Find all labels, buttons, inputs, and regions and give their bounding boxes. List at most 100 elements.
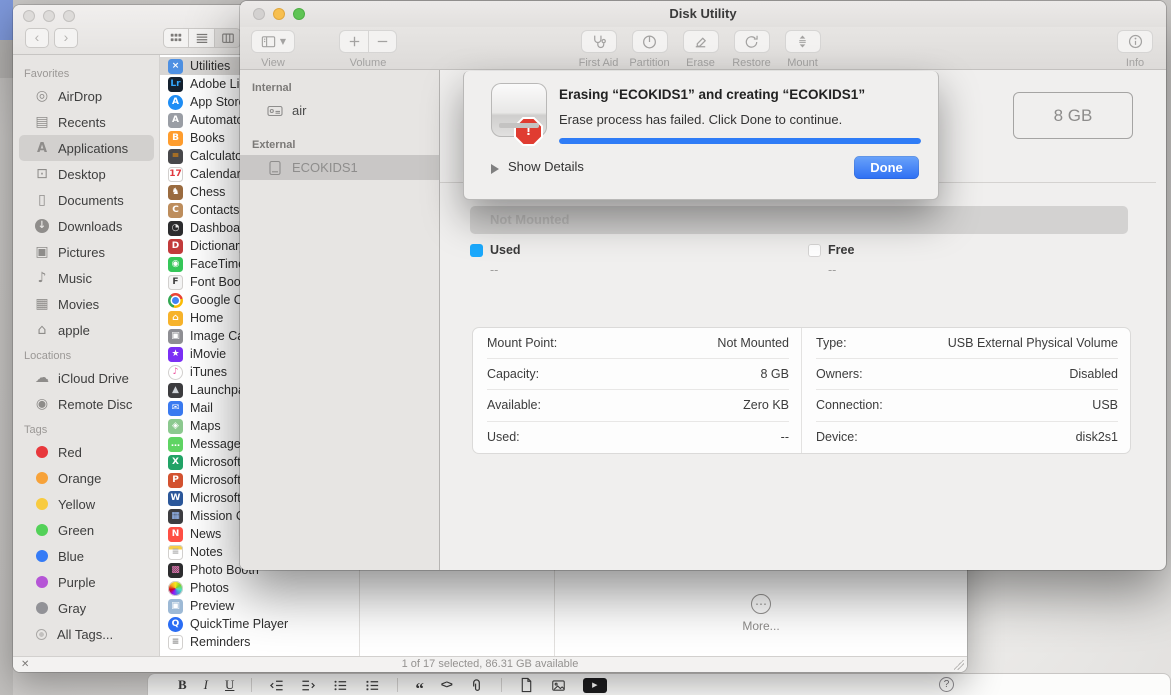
progress-fill — [559, 138, 921, 144]
underline-icon[interactable]: U — [225, 675, 234, 695]
done-button[interactable]: Done — [854, 156, 919, 179]
quote-icon[interactable]: “ — [415, 684, 424, 694]
background-accent — [0, 0, 13, 40]
sidebar-item-downloads[interactable]: ↓Downloads — [19, 213, 154, 239]
sidebar-section-title: Locations — [24, 350, 159, 362]
tag-blue-icon — [36, 550, 48, 562]
toolbar-action-erase: Erase — [675, 30, 726, 69]
first-aid-button[interactable] — [581, 30, 617, 53]
background-window-edge — [0, 0, 13, 695]
chess-icon: ♞ — [168, 185, 183, 200]
more-ellipsis-icon: ⋯ — [751, 594, 771, 614]
list-item-photos[interactable]: Photos — [160, 579, 359, 597]
sidebar-item-applications[interactable]: AApplications — [19, 135, 154, 161]
sidebar-item-music[interactable]: ♪Music — [19, 265, 154, 291]
sidebar-item-movies[interactable]: ▦Movies — [19, 291, 154, 317]
sidebar-item-label: Red — [58, 445, 82, 460]
sidebar-item-desktop[interactable]: ⊡Desktop — [19, 161, 154, 187]
image-capture-icon: ▣ — [168, 329, 183, 344]
add-volume-button[interactable] — [339, 30, 368, 53]
close-button[interactable] — [253, 8, 265, 20]
sidebar-item-ecokids1[interactable]: ECOKIDS1 — [240, 155, 439, 180]
outdent-icon[interactable] — [269, 678, 284, 693]
free-swatch — [808, 244, 821, 257]
erase-button[interactable] — [683, 30, 719, 53]
image-icon[interactable] — [551, 678, 566, 693]
list-item-quicktime-player[interactable]: QQuickTime Player — [160, 615, 359, 633]
volume-status-bar: Not Mounted — [470, 206, 1128, 234]
info-label: Mount Point: — [487, 336, 557, 350]
sidebar-item-airdrop[interactable]: ◎AirDrop — [19, 83, 154, 109]
sidebar-item-orange[interactable]: Orange — [19, 465, 154, 491]
tag-orange-icon — [36, 472, 48, 484]
list-item-reminders[interactable]: ≡Reminders — [160, 633, 359, 651]
forward-button[interactable]: › — [54, 28, 78, 48]
resize-grip[interactable] — [954, 660, 964, 670]
reminders-icon: ≡ — [168, 635, 183, 650]
info-table-right: Type:USB External Physical VolumeOwners:… — [801, 328, 1130, 453]
table-row: Device:disk2s1 — [816, 422, 1118, 453]
external-drive-icon — [266, 159, 284, 177]
list-view-icon — [195, 31, 209, 45]
app-label: News — [190, 527, 221, 541]
sidebar-item-purple[interactable]: Purple — [19, 569, 154, 595]
sidebar-item-apple[interactable]: ⌂apple — [19, 317, 154, 343]
volume-label: Volume — [338, 57, 398, 69]
app-label: Photos — [190, 581, 229, 595]
sidebar-item-air[interactable]: air — [240, 98, 439, 123]
remove-volume-button[interactable] — [368, 30, 397, 53]
view-button[interactable]: ▼ — [251, 30, 295, 53]
sidebar-item-gray[interactable]: Gray — [19, 595, 154, 621]
books-icon: B — [168, 131, 183, 146]
minimize-button[interactable] — [273, 8, 285, 20]
sidebar-item-icloud-drive[interactable]: ☁iCloud Drive — [19, 365, 154, 391]
info-button[interactable] — [1117, 30, 1153, 53]
sidebar-item-recents[interactable]: ▤Recents — [19, 109, 154, 135]
first-aid-icon — [590, 33, 607, 50]
icon-view-button[interactable] — [163, 28, 189, 48]
used-value: -- — [490, 263, 498, 277]
restore-button[interactable] — [734, 30, 770, 53]
document-icon[interactable] — [519, 678, 534, 693]
sidebar-item-red[interactable]: Red — [19, 439, 154, 465]
sidebar-item-remote-disc[interactable]: ◉Remote Disc — [19, 391, 154, 417]
video-icon[interactable]: ▶ — [583, 678, 607, 693]
sidebar-item-all-tags[interactable]: All Tags... — [19, 621, 154, 647]
sidebar-item-label: Yellow — [58, 497, 95, 512]
sidebar-item-blue[interactable]: Blue — [19, 543, 154, 569]
close-button[interactable] — [23, 10, 35, 22]
disclosure-triangle-icon[interactable] — [491, 164, 499, 174]
sidebar-item-documents[interactable]: ▯Documents — [19, 187, 154, 213]
documents-icon: ▯ — [33, 192, 51, 208]
close-icon[interactable]: ✕ — [21, 658, 29, 672]
more-actions-button[interactable]: ⋯ More... — [555, 594, 967, 633]
sidebar-item-yellow[interactable]: Yellow — [19, 491, 154, 517]
sidebar-panel-icon — [260, 33, 277, 50]
mount-button[interactable] — [785, 30, 821, 53]
code-icon[interactable]: <> — [441, 675, 452, 695]
help-button[interactable]: ? — [939, 677, 954, 692]
list-view-button[interactable] — [189, 28, 215, 48]
window-controls — [253, 8, 305, 20]
window-title: Disk Utility — [240, 1, 1166, 27]
partition-button[interactable] — [632, 30, 668, 53]
minimize-button[interactable] — [43, 10, 55, 22]
table-row: Type:USB External Physical Volume — [816, 328, 1118, 359]
attachment-icon[interactable] — [469, 678, 484, 693]
notes-icon: ≡ — [168, 545, 183, 560]
zoom-button[interactable] — [293, 8, 305, 20]
show-details-toggle[interactable]: Show Details — [508, 159, 584, 174]
column-view-button[interactable] — [215, 28, 241, 48]
indent-icon[interactable] — [301, 678, 316, 693]
sidebar-item-pictures[interactable]: ▣Pictures — [19, 239, 154, 265]
bold-icon[interactable]: B — [178, 675, 187, 695]
back-button[interactable]: ‹ — [25, 28, 49, 48]
numbered-list-icon[interactable] — [365, 678, 380, 693]
toolbar-divider — [397, 678, 398, 692]
bullet-list-icon[interactable] — [333, 678, 348, 693]
italic-icon[interactable]: I — [204, 675, 208, 695]
zoom-button[interactable] — [63, 10, 75, 22]
sidebar-item-green[interactable]: Green — [19, 517, 154, 543]
toolbar-action-label: First Aid — [573, 57, 624, 69]
list-item-preview[interactable]: ▣Preview — [160, 597, 359, 615]
